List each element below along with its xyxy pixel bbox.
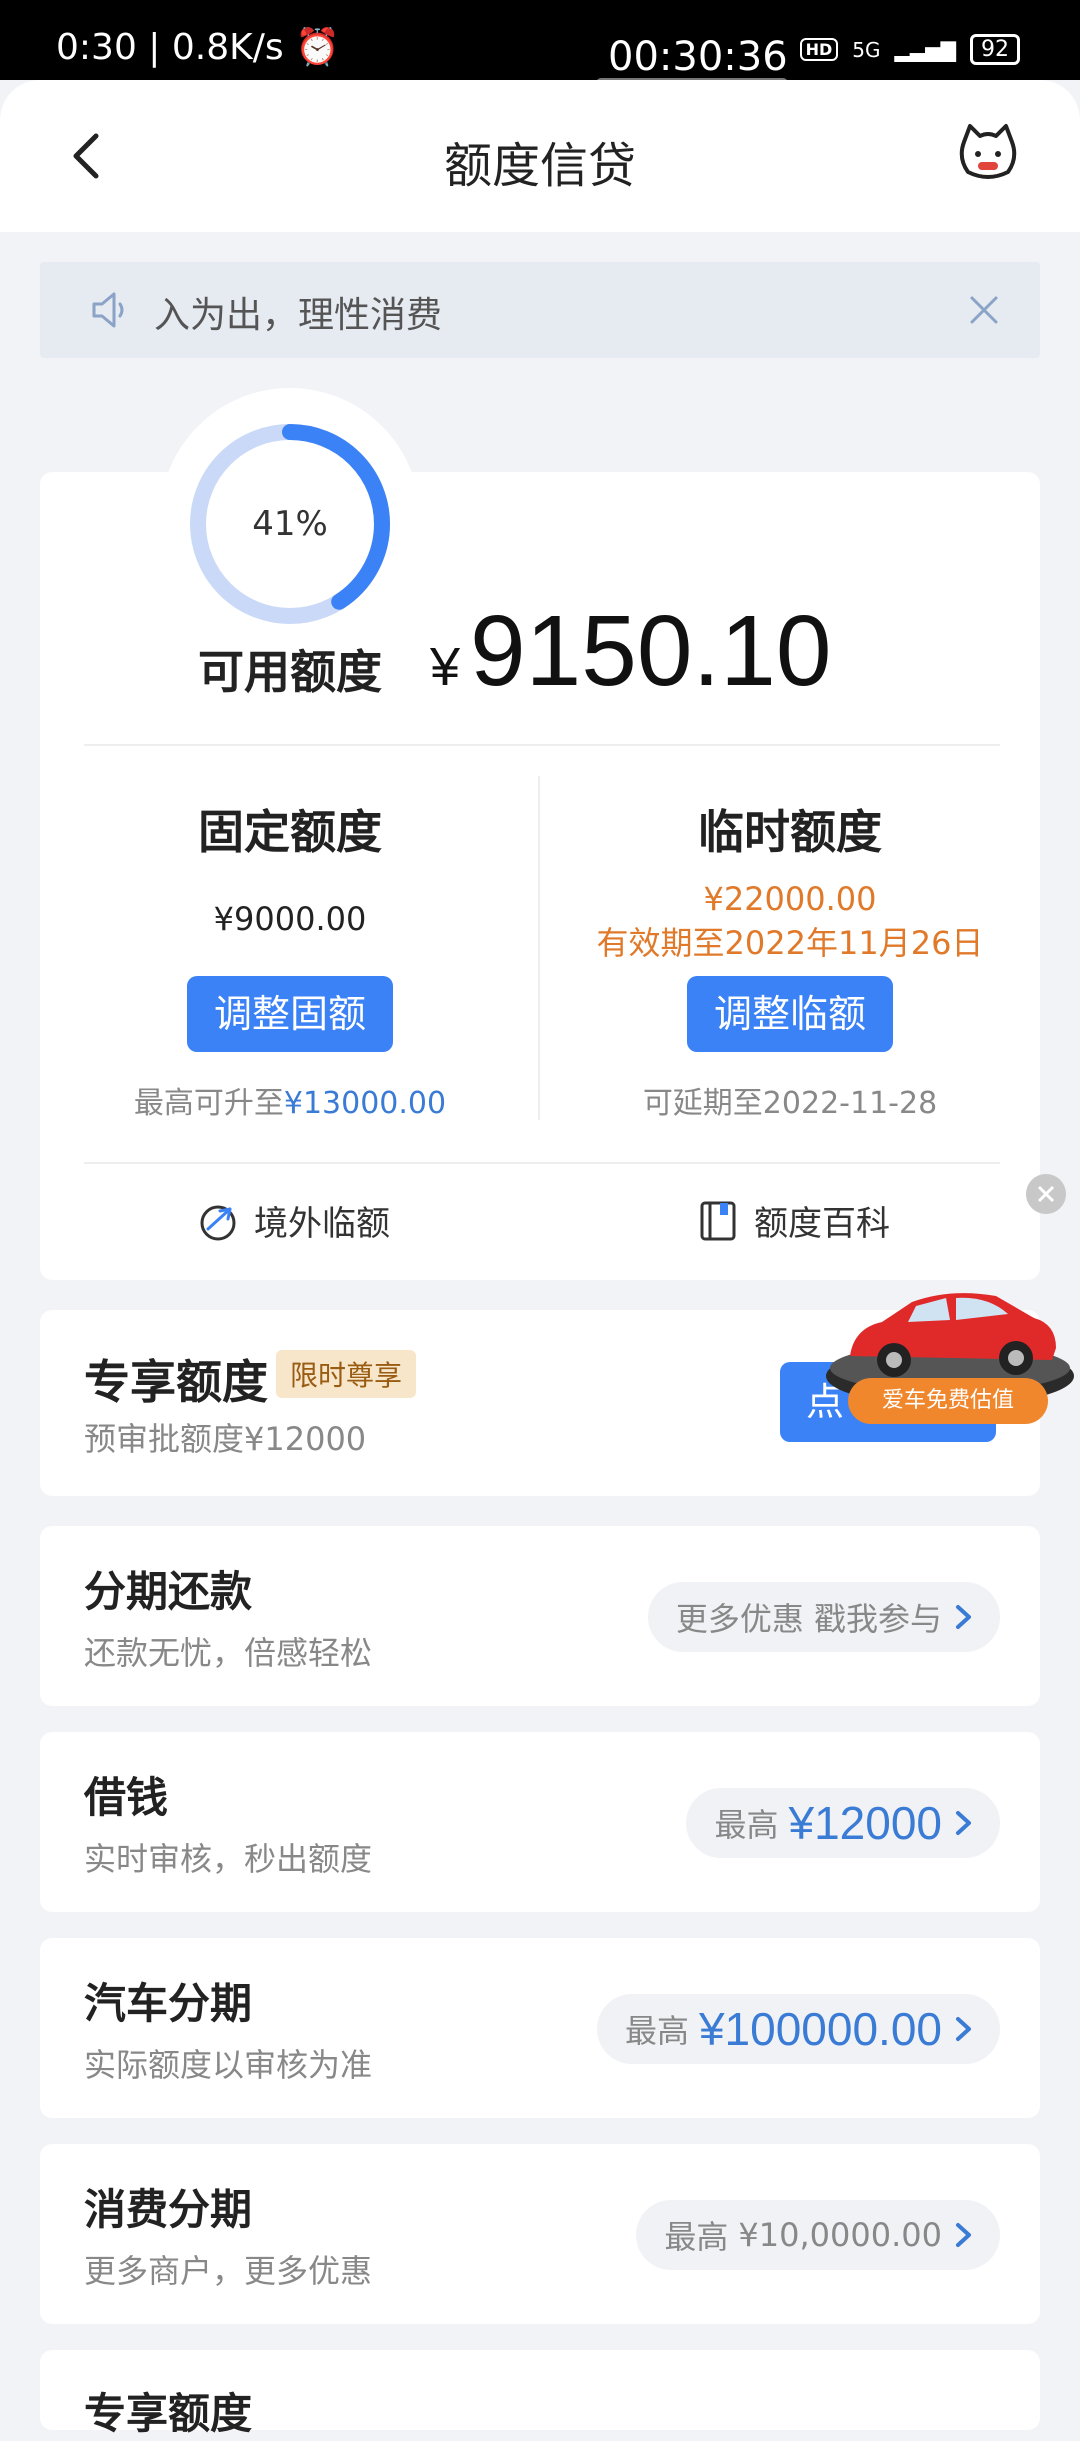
pill-prefix: 最高: [624, 2012, 689, 2050]
borrow-card[interactable]: 借钱 实时审核，秒出额度 最高 ¥12000: [40, 1732, 1040, 1912]
top-bar: 额度信贷: [0, 80, 1080, 232]
plane-globe-icon: [200, 1205, 236, 1240]
pill-amount: ¥10,0000.00: [738, 2216, 942, 2254]
ad-close-icon[interactable]: [1026, 1174, 1066, 1214]
net-speed: 0.8K/s: [171, 27, 284, 68]
time-text: 0:30: [56, 27, 137, 68]
divider: [84, 744, 1000, 746]
adjust-temp-button[interactable]: 调整临额: [687, 976, 893, 1052]
pill-prefix: 最高: [714, 1806, 779, 1844]
service-subtitle: 实际额度以审核为准: [84, 2046, 373, 2084]
network-label: 5G: [852, 37, 881, 62]
available-amount-value: 9150.10: [470, 595, 832, 707]
service-title: 消费分期: [84, 2185, 253, 2234]
usage-percent: 41%: [252, 504, 328, 544]
pill-amount: ¥12000: [788, 1797, 943, 1849]
mascot-icon[interactable]: [956, 120, 1020, 184]
alarm-icon: ⏰: [295, 27, 340, 68]
close-icon[interactable]: [964, 290, 1004, 330]
chevron-right-icon: [956, 2017, 971, 2041]
hd-icon: HD: [799, 38, 839, 61]
fixed-quota-note: 最高可升至¥13000.00: [60, 1078, 520, 1122]
signal-icon: ▂▃▅▇: [894, 37, 956, 62]
chevron-right-icon: [956, 1605, 971, 1629]
adjust-fixed-button[interactable]: 调整固额: [187, 976, 393, 1052]
max-amount-pill[interactable]: 最高 ¥10,0000.00: [636, 2200, 1000, 2270]
status-bar: 0:30 | 0.8K/s ⏰ 00:30:36 HD 5G ▂▃▅▇ 92: [0, 0, 1080, 88]
temp-quota-validity: 有效期至2022年11月26日: [596, 924, 984, 962]
notice-text: 入为出，理性消费: [154, 295, 443, 336]
fixed-quota-amount: ¥9000.00: [213, 900, 367, 938]
promo-pill[interactable]: 更多优惠 戳我参与: [647, 1582, 1000, 1652]
exclusive-subtitle: 预审批额度¥12000: [84, 1420, 367, 1458]
service-title: 分期还款: [84, 1567, 253, 1616]
temp-quota-amount: ¥22000.00: [703, 880, 877, 918]
overseas-temp-quota-link[interactable]: 境外临额: [196, 1196, 390, 1245]
center-clock: 00:30:36: [608, 34, 788, 80]
pill-amount: ¥100000.00: [698, 2003, 942, 2055]
currency-symbol: ¥: [430, 637, 461, 697]
quota-wiki-link[interactable]: 额度百科: [696, 1196, 890, 1245]
speaker-icon: [92, 292, 124, 328]
service-title: 借钱: [84, 1773, 169, 1822]
pill-prefix: 最高: [664, 2218, 729, 2256]
service-subtitle: 更多商户，更多优惠: [84, 2252, 373, 2290]
service-title: 汽车分期: [84, 1979, 253, 2028]
available-label: 可用额度: [198, 645, 382, 699]
status-icons: HD 5G ▂▃▅▇ 92: [799, 34, 1020, 65]
chevron-right-icon: [956, 2223, 971, 2247]
service-subtitle: 实时审核，秒出额度: [84, 1840, 373, 1878]
battery-icon: 92: [970, 34, 1020, 65]
available-amount: ¥9150.10: [430, 594, 832, 709]
fixed-note-prefix: 最高可升至: [133, 1086, 284, 1121]
divider: [84, 1162, 1000, 1164]
temp-quota-note: 可延期至2022-11-28: [642, 1086, 938, 1121]
service-subtitle: 还款无忧，倍感轻松: [84, 1634, 373, 1672]
fixed-note-value: ¥13000.00: [283, 1086, 447, 1121]
max-amount-pill[interactable]: 最高 ¥12000: [686, 1788, 1000, 1858]
temp-quota-title: 临时额度: [698, 805, 882, 859]
notice-bar: 入为出，理性消费: [40, 262, 1040, 358]
status-time: 0:30 | 0.8K/s ⏰: [56, 27, 340, 68]
page-title: 额度信贷: [443, 138, 636, 194]
next-card[interactable]: 专享额度: [40, 2350, 1040, 2438]
tool-label: 额度百科: [754, 1204, 890, 1244]
car-installment-card[interactable]: 汽车分期 实际额度以审核为准 最高 ¥100000.00: [40, 1938, 1040, 2118]
consumer-installment-card[interactable]: 消费分期 更多商户，更多优惠 最高 ¥10,0000.00: [40, 2144, 1040, 2324]
fixed-quota-title: 固定额度: [198, 805, 382, 859]
chevron-right-icon: [956, 1811, 971, 1835]
service-title: 专享额度: [84, 2389, 253, 2438]
tool-label: 境外临额: [254, 1204, 390, 1244]
pill-text: 更多优惠 戳我参与: [675, 1600, 942, 1638]
max-amount-pill[interactable]: 最高 ¥100000.00: [596, 1994, 1000, 2064]
installment-repay-card[interactable]: 分期还款 还款无忧，倍感轻松 更多优惠 戳我参与: [40, 1526, 1040, 1706]
book-icon: [700, 1201, 736, 1240]
car-ad-label[interactable]: 爱车免费估值: [848, 1378, 1048, 1424]
exclusive-title: 专享额度: [84, 1355, 268, 1409]
limited-tag: 限时尊享: [276, 1350, 417, 1398]
column-divider: [538, 776, 540, 1120]
